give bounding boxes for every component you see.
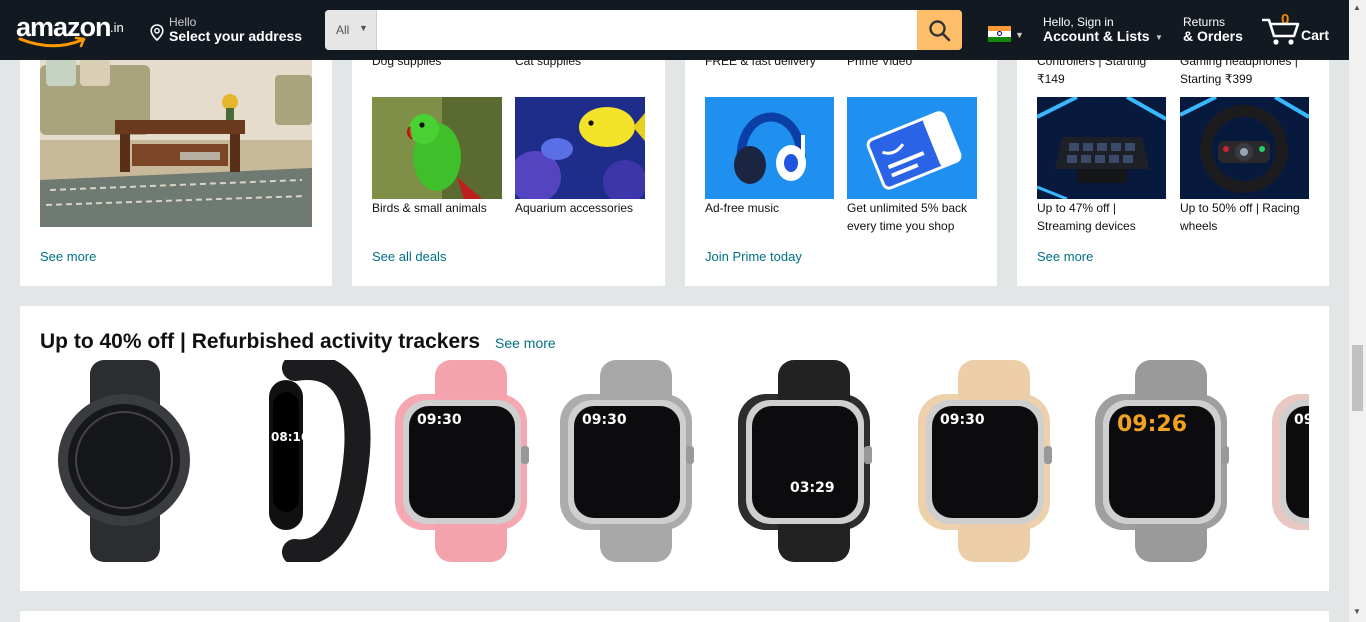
tile-caption[interactable]: Ad-free music	[705, 199, 834, 217]
scrollbar-thumb[interactable]	[1352, 345, 1363, 411]
account-label: Account & Lists	[1043, 28, 1150, 44]
search-input[interactable]	[377, 10, 917, 50]
watch-face-time: 03:29	[790, 480, 835, 496]
delivery-address-selector[interactable]: Hello Select your address	[150, 14, 310, 48]
logo-tld: .in	[110, 20, 124, 35]
stream-deck-image[interactable]	[1037, 97, 1166, 199]
tile-caption[interactable]: Up to 50% off | Racing wheels	[1180, 199, 1309, 235]
watch-face-time: 09:30	[940, 412, 985, 428]
amazon-logo[interactable]: amazon .in	[16, 12, 136, 50]
address-cta: Select your address	[169, 28, 303, 44]
pet-supplies-card: Dog supplies Cat supplies Birds & small …	[352, 40, 665, 286]
cart-icon	[1262, 18, 1300, 45]
location-pin-icon	[150, 24, 164, 41]
parrot-image[interactable]	[372, 97, 502, 199]
grey-smartwatch-image[interactable]: 09:30	[550, 360, 718, 562]
address-hello: Hello	[169, 15, 197, 29]
caret-down-icon: ▼	[359, 23, 368, 33]
search-icon	[929, 20, 951, 42]
silver-smartwatch-image[interactable]: 09:26	[1085, 360, 1253, 562]
gaming-see-more-link[interactable]: See more	[1037, 249, 1093, 264]
watch-face-time: 09	[1294, 412, 1309, 428]
account-hello: Hello, Sign in	[1043, 15, 1114, 29]
tile-caption[interactable]: Aquarium accessories	[515, 199, 645, 217]
page-scrollbar[interactable]: ▲ ▼	[1349, 0, 1366, 622]
watch-face-time: 09:26	[1117, 412, 1188, 437]
carousel-title: Up to 40% off | Refurbished activity tra…	[40, 330, 480, 353]
search-button[interactable]	[917, 10, 962, 50]
returns-label: Returns	[1183, 15, 1226, 29]
next-section-card	[20, 611, 1329, 622]
join-prime-link[interactable]: Join Prime today	[705, 249, 802, 264]
scroll-up-arrow-icon[interactable]: ▲	[1353, 3, 1361, 12]
account-and-lists-menu[interactable]: Hello, Sign in Account & Lists ▼	[1043, 14, 1168, 48]
rose-smartwatch-image[interactable]: 09	[1262, 360, 1309, 562]
watch-face-time: 09:30	[417, 412, 462, 428]
india-flag-icon[interactable]	[988, 26, 1011, 42]
orders-label: & Orders	[1183, 28, 1243, 44]
returns-orders-link[interactable]: Returns & Orders	[1183, 14, 1253, 48]
furniture-card: See more	[20, 40, 332, 286]
search-category-label: All	[336, 23, 350, 37]
pink-smartwatch-image[interactable]: 09:30	[385, 360, 553, 562]
scroll-down-arrow-icon[interactable]: ▼	[1353, 607, 1361, 616]
gaming-accessories-card: Controllers | Starting ₹149 Gaming headp…	[1017, 40, 1329, 286]
search-category-dropdown[interactable]: All ▼	[325, 10, 377, 50]
see-all-deals-link[interactable]: See all deals	[372, 249, 446, 264]
beige-smartwatch-image[interactable]: 09:30	[908, 360, 1076, 562]
headphones-image[interactable]	[705, 97, 834, 199]
watch-face-time: 08:16	[271, 430, 310, 444]
round-smartwatch-image[interactable]	[40, 360, 208, 562]
cart-button[interactable]: 0 Cart	[1262, 10, 1342, 50]
search-bar: All ▼	[325, 10, 962, 50]
credit-card-image[interactable]	[847, 97, 977, 199]
fitness-band-image[interactable]: 08:16	[225, 360, 393, 562]
watch-strip: 08:16 09:30 09:30 03:29 09:30 09:26 09	[40, 360, 1309, 562]
living-room-furniture-image[interactable]	[40, 40, 312, 227]
smile-arrow-icon	[18, 36, 86, 48]
cart-label: Cart	[1301, 27, 1330, 43]
top-nav-bar: amazon .in Hello Select your address All…	[0, 0, 1349, 60]
fish-image[interactable]	[515, 97, 645, 199]
caret-down-icon: ▼	[1155, 33, 1163, 42]
carousel-see-more-link[interactable]: See more	[495, 335, 556, 351]
black-smartwatch-image[interactable]: 03:29	[728, 360, 896, 562]
caret-down-icon: ▼	[1015, 30, 1024, 40]
tile-caption[interactable]: Up to 47% off | Streaming devices	[1037, 199, 1166, 235]
racing-wheel-image[interactable]	[1180, 97, 1309, 199]
watch-face-time: 09:30	[582, 412, 627, 428]
activity-trackers-carousel: Up to 40% off | Refurbished activity tra…	[20, 306, 1329, 591]
prime-benefits-card: FREE & fast delivery Prime Video Ad-free…	[685, 40, 997, 286]
tile-caption[interactable]: Birds & small animals	[372, 199, 502, 217]
tile-caption[interactable]: Get unlimited 5% back every time you sho…	[847, 199, 983, 235]
furniture-see-more-link[interactable]: See more	[40, 249, 96, 264]
